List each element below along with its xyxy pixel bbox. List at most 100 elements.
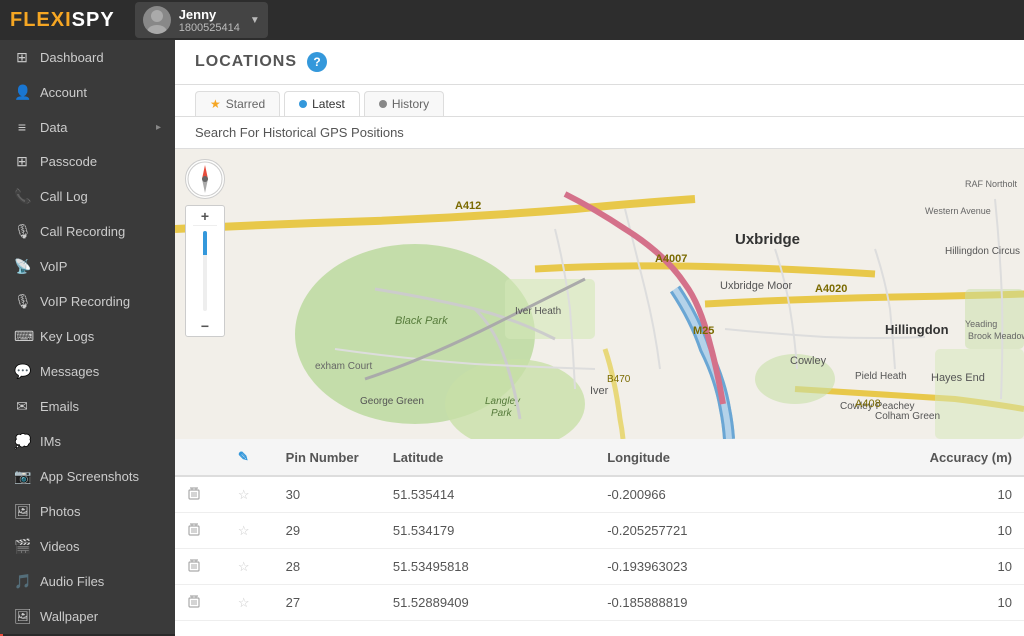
sidebar-item-data[interactable]: ≡ Data ▸ <box>0 110 175 144</box>
accuracy-cell: 10 <box>863 513 1024 549</box>
user-phone: 1800525414 <box>179 22 240 34</box>
sidebar-item-voip[interactable]: 📡 VoIP <box>0 249 175 284</box>
sidebar-item-label: Messages <box>40 364 161 379</box>
svg-text:Park: Park <box>491 408 513 419</box>
zoom-out-button[interactable]: − <box>193 316 217 336</box>
sidebar-item-account[interactable]: 👤 Account <box>0 75 175 110</box>
map-controls: + − <box>185 159 225 337</box>
longitude-cell: -0.193963023 <box>595 549 863 585</box>
tab-label: Latest <box>312 97 345 111</box>
help-icon[interactable]: ? <box>307 52 327 72</box>
star-icon: ☆ <box>238 487 250 502</box>
audio-files-icon: 🎵 <box>14 573 30 590</box>
sidebar-item-ims[interactable]: 💭 IMs <box>0 424 175 459</box>
passcode-icon: ⊞ <box>14 153 30 170</box>
map-container[interactable]: Black Park Langley Park <box>175 149 1024 439</box>
sidebar-item-voip-recording[interactable]: 🎙 VoIP Recording <box>0 284 175 319</box>
sidebar-item-videos[interactable]: 🎬 Videos <box>0 529 175 564</box>
star-cell[interactable]: ☆ <box>226 476 274 513</box>
svg-text:A4007: A4007 <box>655 253 687 265</box>
search-label: Search For Historical GPS Positions <box>195 125 404 140</box>
zoom-in-button[interactable]: + <box>193 206 217 226</box>
sidebar-item-label: Data <box>40 120 146 135</box>
longitude-cell: -0.200966 <box>595 476 863 513</box>
map-svg: Black Park Langley Park <box>175 149 1024 439</box>
compass-control[interactable] <box>185 159 225 199</box>
sidebar-item-dashboard[interactable]: ⊞ Dashboard <box>0 40 175 75</box>
sidebar-item-label: App Screenshots <box>40 469 161 484</box>
sidebar-item-label: VoIP <box>40 259 161 274</box>
svg-text:Hayes End: Hayes End <box>931 372 985 384</box>
zoom-slider[interactable] <box>203 231 207 311</box>
sidebar: ⊞ Dashboard 👤 Account ≡ Data ▸ ⊞ Passcod… <box>0 40 175 636</box>
sidebar-item-label: Key Logs <box>40 329 161 344</box>
tab-latest[interactable]: Latest <box>284 91 360 116</box>
tab-history[interactable]: History <box>364 91 444 116</box>
table-row: ☆ 29 51.534179 -0.205257721 10 <box>175 513 1024 549</box>
longitude-cell: -0.205257721 <box>595 513 863 549</box>
latitude-cell: 51.535414 <box>381 476 595 513</box>
sidebar-item-call-recording[interactable]: 🎙 Call Recording <box>0 214 175 249</box>
svg-text:B470: B470 <box>607 374 631 385</box>
delete-cell[interactable] <box>175 585 226 621</box>
accuracy-cell: 10 <box>863 549 1024 585</box>
edit-col-header: ✎ <box>226 439 274 476</box>
sidebar-item-emails[interactable]: ✉ Emails <box>0 389 175 424</box>
sidebar-item-label: Account <box>40 85 161 100</box>
table-header-row: ✎ Pin Number Latitude Longitude Accuracy… <box>175 439 1024 476</box>
sidebar-item-audio-files[interactable]: 🎵 Audio Files <box>0 564 175 599</box>
delete-cell[interactable] <box>175 513 226 549</box>
delete-col-header <box>175 439 226 476</box>
user-selector[interactable]: Jenny 1800525414 ▼ <box>135 2 268 38</box>
delete-cell[interactable] <box>175 549 226 585</box>
ims-icon: 💭 <box>14 433 30 450</box>
sidebar-item-label: Passcode <box>40 154 161 169</box>
star-cell[interactable]: ☆ <box>226 549 274 585</box>
latitude-cell: 51.534179 <box>381 513 595 549</box>
accuracy-cell: 10 <box>863 585 1024 621</box>
tab-label: History <box>392 97 429 111</box>
page-title: LOCATIONS <box>195 53 297 71</box>
chevron-down-icon: ▼ <box>250 15 260 26</box>
longitude-cell: -0.185888819 <box>595 585 863 621</box>
sidebar-item-label: VoIP Recording <box>40 294 161 309</box>
svg-text:Colham Green: Colham Green <box>875 411 940 422</box>
acc-col-header: Accuracy (m) <box>863 439 1024 476</box>
svg-text:Yeading: Yeading <box>965 319 997 329</box>
call-recording-icon: 🎙 <box>14 223 30 240</box>
search-bar: Search For Historical GPS Positions <box>175 117 1024 149</box>
sidebar-item-messages[interactable]: 💬 Messages <box>0 354 175 389</box>
svg-text:Hillingdon Circus: Hillingdon Circus <box>945 246 1020 257</box>
sidebar-item-photos[interactable]: 🖼 Photos <box>0 494 175 529</box>
sidebar-item-wallpaper[interactable]: 🖼 Wallpaper <box>0 599 175 634</box>
sidebar-item-app-screenshots[interactable]: 📷 App Screenshots <box>0 459 175 494</box>
sidebar-item-key-logs[interactable]: ⌨ Key Logs <box>0 319 175 354</box>
table-row: ☆ 27 51.52889409 -0.185888819 10 <box>175 585 1024 621</box>
svg-text:M25: M25 <box>693 325 714 337</box>
svg-text:A4020: A4020 <box>815 283 847 295</box>
svg-text:Uxbridge: Uxbridge <box>735 231 800 248</box>
layout: ⊞ Dashboard 👤 Account ≡ Data ▸ ⊞ Passcod… <box>0 40 1024 636</box>
sidebar-item-label: Dashboard <box>40 50 161 65</box>
tab-starred[interactable]: ★ Starred <box>195 91 280 116</box>
dot-icon <box>299 100 307 108</box>
app-screenshots-icon: 📷 <box>14 468 30 485</box>
logo-spy: SPY <box>72 9 115 31</box>
chevron-right-icon: ▸ <box>156 122 161 133</box>
star-cell[interactable]: ☆ <box>226 585 274 621</box>
pin-number-cell: 27 <box>274 585 381 621</box>
zoom-bar[interactable]: + − <box>185 205 225 337</box>
lng-col-header: Longitude <box>595 439 863 476</box>
sidebar-item-passcode[interactable]: ⊞ Passcode <box>0 144 175 179</box>
table-body: ☆ 30 51.535414 -0.200966 10 ☆ 29 51.5341… <box>175 476 1024 621</box>
table-row: ☆ 30 51.535414 -0.200966 10 <box>175 476 1024 513</box>
delete-cell[interactable] <box>175 476 226 513</box>
svg-text:Hillingdon: Hillingdon <box>885 322 949 337</box>
star-cell[interactable]: ☆ <box>226 513 274 549</box>
sidebar-item-label: Videos <box>40 539 161 554</box>
svg-text:Western Avenue: Western Avenue <box>925 206 991 216</box>
locations-table: ✎ Pin Number Latitude Longitude Accuracy… <box>175 439 1024 621</box>
sidebar-item-call-log[interactable]: 📞 Call Log <box>0 179 175 214</box>
logo-flexi: FLEXI <box>10 9 72 31</box>
photos-icon: 🖼 <box>14 503 30 520</box>
